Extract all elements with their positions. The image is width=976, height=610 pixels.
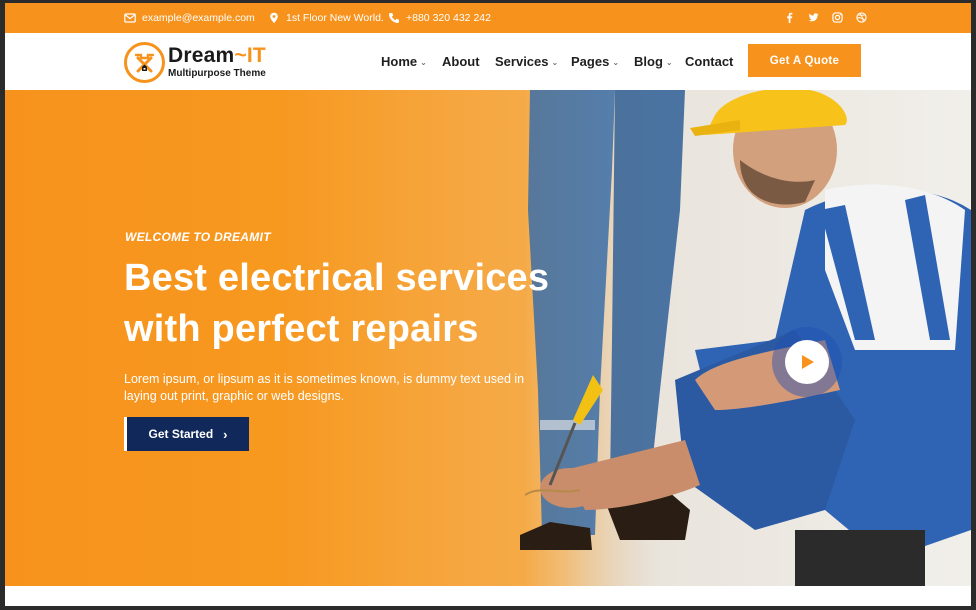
next-section-edge <box>5 586 971 606</box>
nav-label-contact: Contact <box>685 54 734 69</box>
nav-label-pages: Pages <box>571 54 610 69</box>
brand-name-part2: ~IT <box>234 44 266 67</box>
address-text: 1st Floor New World. <box>286 12 384 24</box>
chevron-right-icon: › <box>223 426 228 442</box>
twitter-icon[interactable] <box>807 11 819 23</box>
get-started-label: Get Started <box>148 427 214 441</box>
nav-item-blog[interactable]: Blog ⌄ <box>634 54 673 69</box>
top-info-bar: example@example.com 1st Floor New World.… <box>5 3 971 33</box>
facebook-icon[interactable] <box>783 11 795 23</box>
envelope-icon <box>124 12 136 24</box>
get-started-button[interactable]: Get Started › <box>124 417 249 451</box>
logo-icon[interactable] <box>124 42 165 83</box>
browser-viewport: example@example.com 1st Floor New World.… <box>5 3 971 606</box>
brand-name-part1: Dream <box>168 44 235 67</box>
hero-title-line2: with perfect repairs <box>124 308 479 350</box>
chevron-down-icon: ⌄ <box>420 58 427 67</box>
site-header: Dream~IT Multipurpose Theme Home ⌄ About… <box>5 33 971 90</box>
map-pin-icon <box>268 12 280 24</box>
email-contact[interactable]: example@example.com <box>124 12 255 24</box>
nav-item-contact[interactable]: Contact <box>685 54 733 69</box>
phone-text: +880 320 432 242 <box>406 12 491 24</box>
nav-item-home[interactable]: Home ⌄ <box>381 54 427 69</box>
chevron-down-icon: ⌄ <box>551 58 559 67</box>
nav-label-services: Services <box>495 54 549 69</box>
brand-name[interactable]: Dream~IT <box>168 44 266 68</box>
nav-item-pages[interactable]: Pages ⌄ <box>571 54 619 69</box>
video-play-button[interactable] <box>772 327 842 397</box>
brand-tagline: Multipurpose Theme <box>168 68 266 79</box>
nav-label-about: About <box>442 54 480 69</box>
nav-item-services[interactable]: Services ⌄ <box>495 54 558 69</box>
instagram-icon[interactable] <box>831 11 843 23</box>
hero-title-line1: Best electrical services <box>124 257 550 299</box>
address-contact: 1st Floor New World. <box>268 12 384 24</box>
get-a-quote-button[interactable]: Get A Quote <box>748 44 861 77</box>
hero-description: Lorem ipsum, or lipsum as it is sometime… <box>124 372 525 403</box>
phone-contact[interactable]: +880 320 432 242 <box>388 12 491 24</box>
hero-section: WELCOME TO DREAMIT Best electrical servi… <box>5 90 971 586</box>
nav-item-about[interactable]: About <box>442 54 480 69</box>
dribbble-icon[interactable] <box>855 11 867 23</box>
hero-title: Best electrical services with perfect re… <box>124 253 644 355</box>
social-links <box>783 11 867 23</box>
email-text: example@example.com <box>142 12 255 24</box>
chevron-down-icon: ⌄ <box>612 58 620 67</box>
chevron-down-icon: ⌄ <box>665 58 673 67</box>
hero-kicker: WELCOME TO DREAMIT <box>125 230 271 244</box>
nav-label-blog: Blog <box>634 54 663 69</box>
nav-label-home: Home <box>381 54 418 69</box>
play-icon <box>785 340 829 384</box>
phone-icon <box>388 12 400 24</box>
